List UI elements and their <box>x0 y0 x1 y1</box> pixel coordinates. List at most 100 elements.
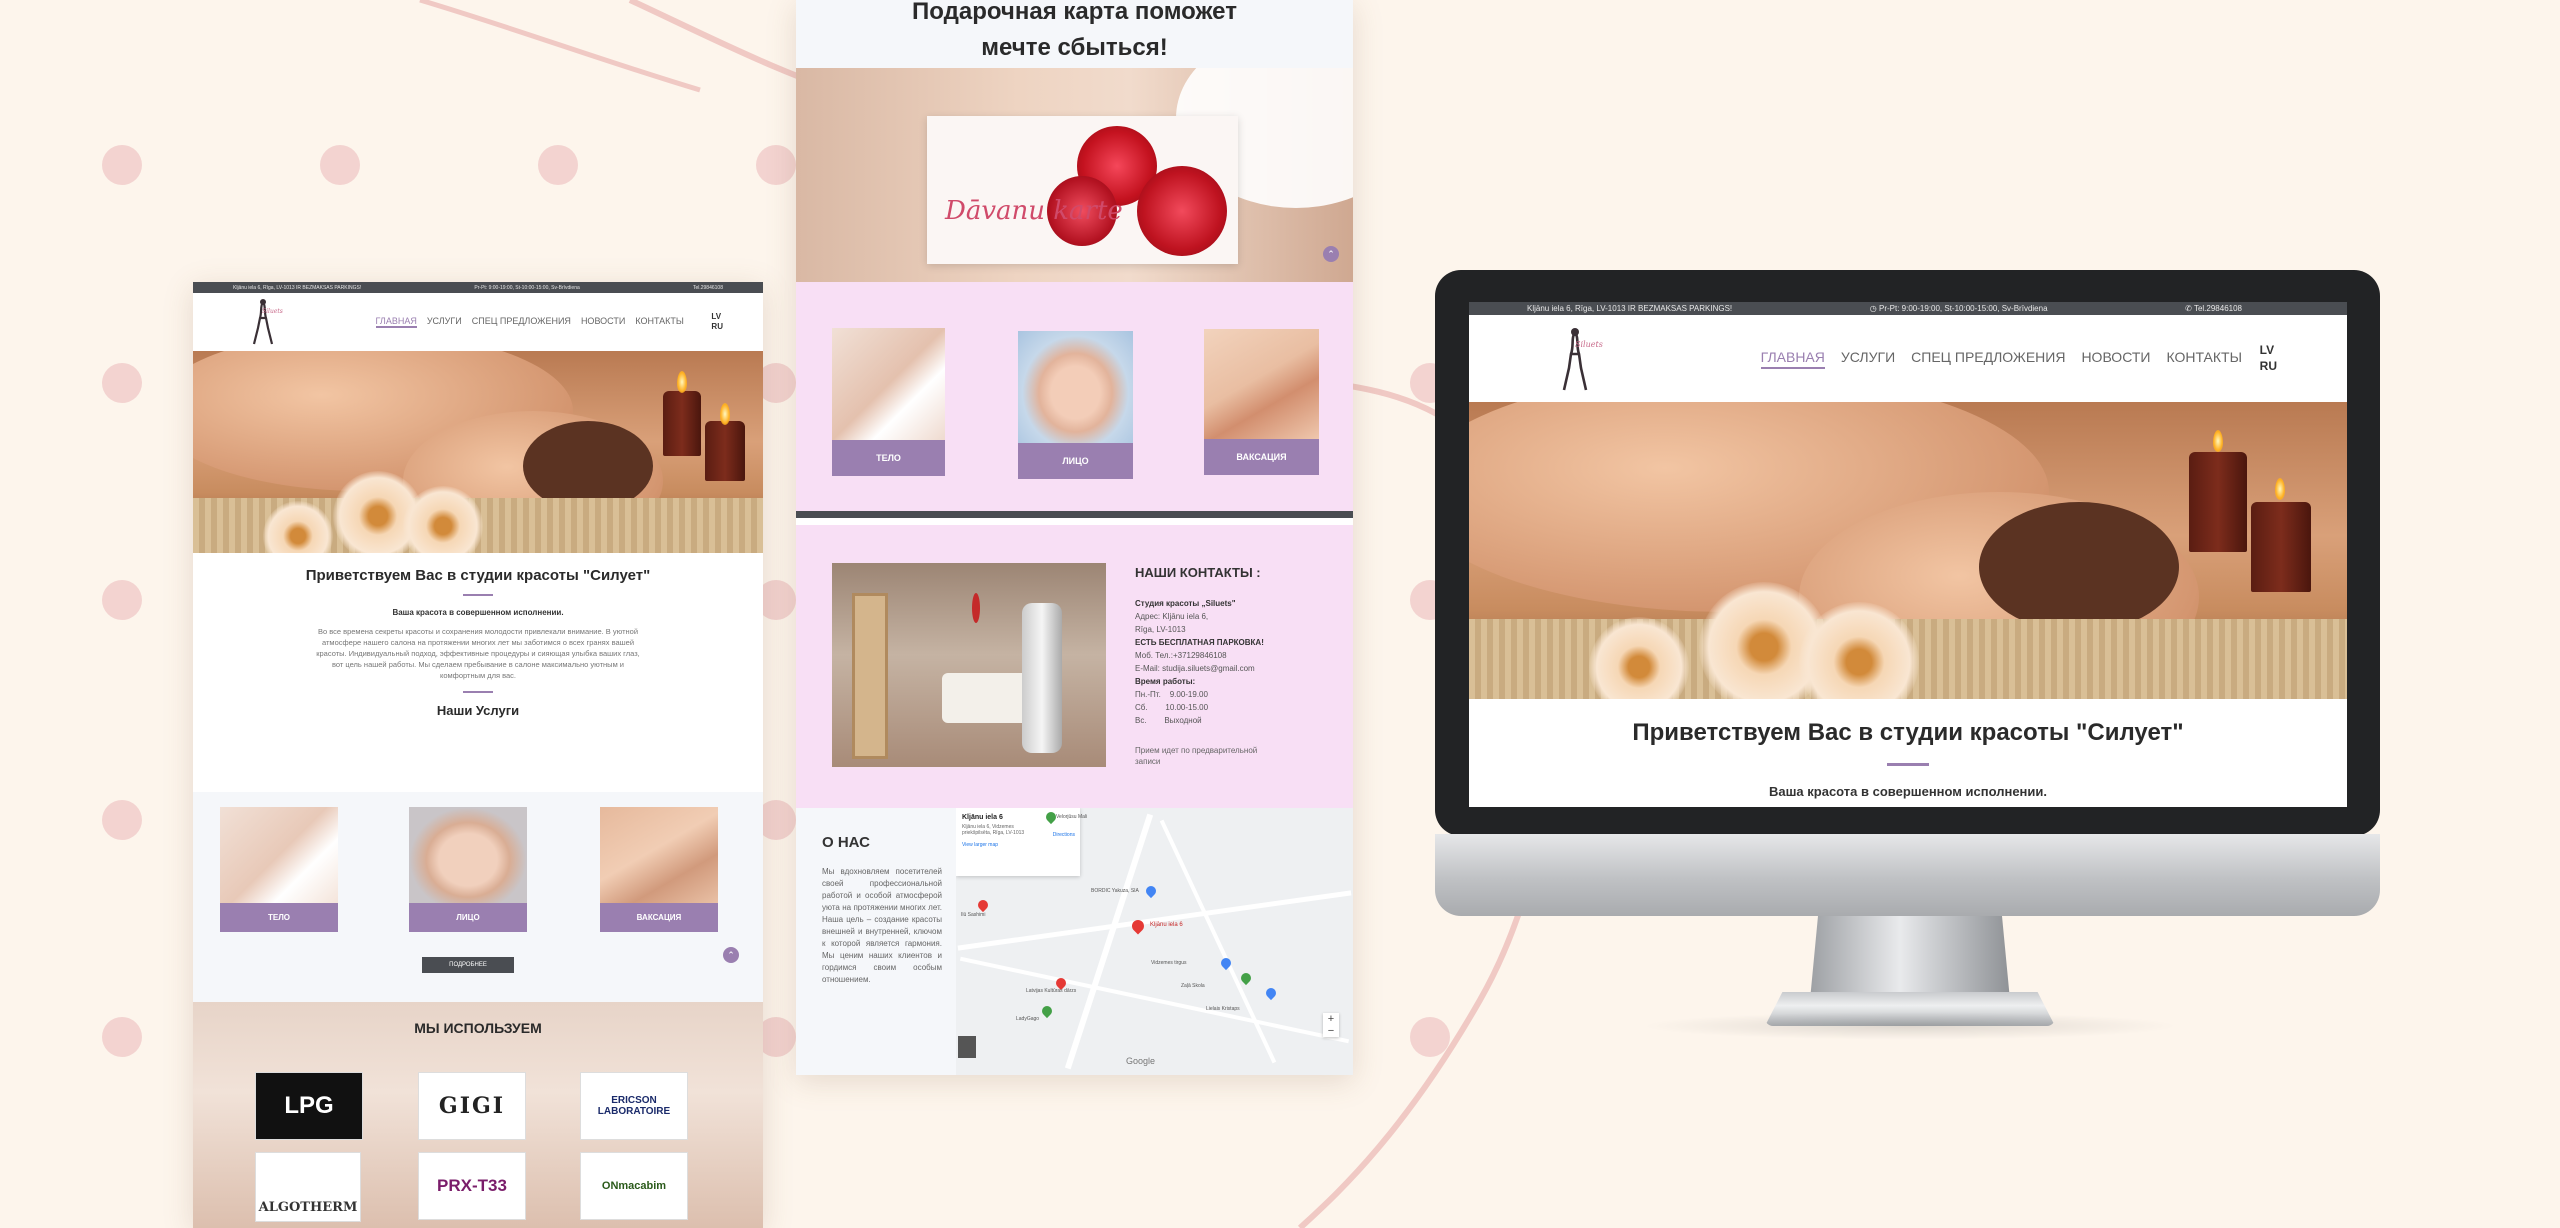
left-page-mockup: Kljānu iela 6, Rīga, LV-1013 IR BEZMAKSA… <box>193 282 763 1228</box>
topbar-address: Kljānu iela 6, Rīga, LV-1013 IR BEZMAKSA… <box>233 284 362 291</box>
service-label-face: ЛИЦО <box>1018 443 1133 479</box>
title-divider <box>463 594 493 596</box>
map-place-label: Ilū Sashimi <box>961 912 986 918</box>
welcome-subtitle: Ваша красота в совершенном исполнении. <box>392 608 564 617</box>
brand-onmacabim: ONmacabim <box>580 1152 688 1220</box>
monitor-chin <box>1435 834 2380 916</box>
map-place-label: BORDIC Yakuza, SIA <box>1091 888 1139 894</box>
nav-item-contacts[interactable]: КОНТАКТЫ <box>635 316 684 328</box>
nav-item-home[interactable]: ГЛАВНАЯ <box>1760 349 1825 369</box>
language-switch: LV RU <box>711 312 723 333</box>
map-place-label: Lielais Kristaps <box>1206 1006 1240 1012</box>
contacts-lines: Студия красоты „Siluets" Адрес: Kljānu i… <box>1135 597 1264 727</box>
map-zoom-out-button[interactable]: − <box>1323 1025 1339 1037</box>
brands-title: МЫ ИСПОЛЬЗУЕМ <box>414 1020 542 1036</box>
nav-item-offers[interactable]: СПЕЦ ПРЕДЛОЖЕНИЯ <box>472 316 571 328</box>
title-divider <box>1887 763 1929 766</box>
map-view-larger-link[interactable]: View larger map <box>962 842 1074 848</box>
map-pin-label: Kljānu iela 6 <box>1150 922 1183 928</box>
main-menu: ГЛАВНАЯ УСЛУГИ СПЕЦ ПРЕДЛОЖЕНИЯ НОВОСТИ … <box>375 316 684 328</box>
map-place-label: Velorjūsu Mali <box>1056 814 1088 820</box>
contact-email[interactable]: E-Mail: studija.siluets@gmail.com <box>1135 662 1264 675</box>
topbar-hours-text: Pr-Pt: 9:00-19:00, St-10:00-15:00, Sv-Br… <box>1878 304 2048 313</box>
logo[interactable]: Siluets <box>1557 326 1603 392</box>
center-page-mockup: Подарочная карта поможет мечте сбыться! … <box>796 0 1353 1075</box>
map-streetview-icon[interactable] <box>958 1036 976 1058</box>
scroll-up-icon[interactable]: ⌃ <box>1323 246 1339 262</box>
nav-item-home[interactable]: ГЛАВНАЯ <box>375 316 417 328</box>
nav-item-news[interactable]: НОВОСТИ <box>581 316 625 328</box>
topbar: Kljānu iela 6, Rīga, LV-1013 IR BEZMAKSA… <box>1469 302 2347 315</box>
service-label-body: ТЕЛО <box>832 440 945 476</box>
map-zoom-in-button[interactable]: + <box>1323 1013 1339 1025</box>
salon-photo <box>832 563 1106 767</box>
map-place-pin <box>975 897 991 913</box>
contact-line: ЕСТЬ БЕСПЛАТНАЯ ПАРКОВКА! <box>1135 638 1264 647</box>
service-card-body[interactable]: ТЕЛО <box>220 807 338 932</box>
nav-item-contacts[interactable]: КОНТАКТЫ <box>2166 349 2242 369</box>
welcome-body: Во все времена секреты красоты и сохране… <box>316 627 640 680</box>
service-card-body[interactable]: ТЕЛО <box>832 328 945 476</box>
nav-item-news[interactable]: НОВОСТИ <box>2081 349 2150 369</box>
contact-line: Студия красоты „Siluets" <box>1135 599 1236 608</box>
hero-image <box>193 351 763 553</box>
about-section: О НАС Мы вдохновляем посетителей своей п… <box>796 808 1353 1075</box>
map-place-pin <box>1263 985 1279 1001</box>
map-place-label: Vidzemes tirgus <box>1151 960 1187 966</box>
map-place-pin <box>1238 970 1254 986</box>
gift-card: Dāvanu karte <box>927 116 1238 264</box>
contact-line: Rīga, LV-1013 <box>1135 625 1186 634</box>
lang-ru[interactable]: RU <box>711 322 723 332</box>
contact-line: Время работы: <box>1135 677 1196 686</box>
main-menu: ГЛАВНАЯ УСЛУГИ СПЕЦ ПРЕДЛОЖЕНИЯ НОВОСТИ … <box>1760 349 2242 369</box>
nav-item-services[interactable]: УСЛУГИ <box>427 316 462 328</box>
welcome-section: Приветствуем Вас в студии красоты "Силуе… <box>193 553 763 718</box>
nav-item-offers[interactable]: СПЕЦ ПРЕДЛОЖЕНИЯ <box>1911 349 2065 369</box>
services-section: ТЕЛО ЛИЦО ВАКСАЦИЯ ПОДРОБНЕЕ ⌃ <box>193 792 763 1002</box>
logo-text: Siluets <box>262 308 283 315</box>
location-map[interactable]: Kljānu iela 6 Kljānu iela 6, Vidzemes pr… <box>956 808 1353 1075</box>
contact-line: Адрес: Kljānu iela 6, <box>1135 612 1209 621</box>
welcome-title: Приветствуем Вас в студии красоты "Силуе… <box>305 567 651 584</box>
gift-section: Подарочная карта поможет мечте сбыться! <box>796 0 1353 68</box>
contact-line: Пн.-Пт. 9.00-19.00 <box>1135 690 1208 699</box>
service-label-body: ТЕЛО <box>220 903 338 932</box>
section-divider <box>463 691 493 694</box>
service-label-waxing: ВАКСАЦИЯ <box>1204 439 1319 475</box>
map-zoom-controls: + − <box>1323 1013 1339 1037</box>
contacts-title: НАШИ КОНТАКТЫ : <box>1135 565 1261 580</box>
map-place-label: Latvijas Kultūras dārzs <box>1026 988 1077 994</box>
logo[interactable]: Siluets <box>248 298 283 346</box>
nav-item-services[interactable]: УСЛУГИ <box>1841 349 1895 369</box>
contact-line: Моб. Тел.:+37129846108 <box>1135 651 1227 660</box>
topbar-hours: ◷ Pr-Pt: 9:00-19:00, St-10:00-15:00, Sv-… <box>1870 304 2048 313</box>
service-card-waxing[interactable]: ВАКСАЦИЯ <box>600 807 718 932</box>
lang-lv[interactable]: LV <box>711 312 723 322</box>
brands-section: МЫ ИСПОЛЬЗУЕМ LPG GIGI ERICSON LABORATOI… <box>193 1002 763 1228</box>
map-google-logo: Google <box>1126 1056 1156 1066</box>
service-label-face: ЛИЦО <box>409 903 527 932</box>
service-card-face[interactable]: ЛИЦО <box>409 807 527 932</box>
lang-ru[interactable]: RU <box>2260 359 2277 375</box>
welcome-section: Приветствуем Вас в студии красоты "Силуе… <box>1469 699 2347 799</box>
topbar: Kljānu iela 6, Rīga, LV-1013 IR BEZMAKSA… <box>193 282 763 293</box>
map-directions-link[interactable]: Directions <box>1053 832 1075 838</box>
map-place-pin <box>1143 883 1159 899</box>
scroll-up-icon[interactable]: ⌃ <box>723 947 739 963</box>
service-card-face[interactable]: ЛИЦО <box>1018 331 1133 479</box>
welcome-title: Приветствуем Вас в студии красоты "Силуе… <box>1632 719 2184 746</box>
logo-figure-icon <box>252 299 274 345</box>
about-title: О НАС <box>822 834 870 851</box>
clock-icon: ◷ <box>1869 304 1879 313</box>
logo-text: Siluets <box>1575 339 1603 349</box>
service-card-waxing[interactable]: ВАКСАЦИЯ <box>1204 329 1319 475</box>
gift-card-banner: Dāvanu karte ⌃ <box>796 68 1353 282</box>
lang-lv[interactable]: LV <box>2260 343 2277 359</box>
monitor-stand-neck <box>1810 916 2010 1000</box>
map-card-address: Kljānu iela 6, Vidzemes priekšpilsēta, R… <box>962 824 1025 836</box>
language-switch: LV RU <box>2260 343 2277 374</box>
service-label-waxing: ВАКСАЦИЯ <box>600 903 718 932</box>
nav-bar: Siluets ГЛАВНАЯ УСЛУГИ СПЕЦ ПРЕДЛОЖЕНИЯ … <box>1469 315 2347 402</box>
more-button[interactable]: ПОДРОБНЕЕ <box>422 957 514 973</box>
services-section: ТЕЛО ЛИЦО ВАКСАЦИЯ <box>796 282 1353 518</box>
